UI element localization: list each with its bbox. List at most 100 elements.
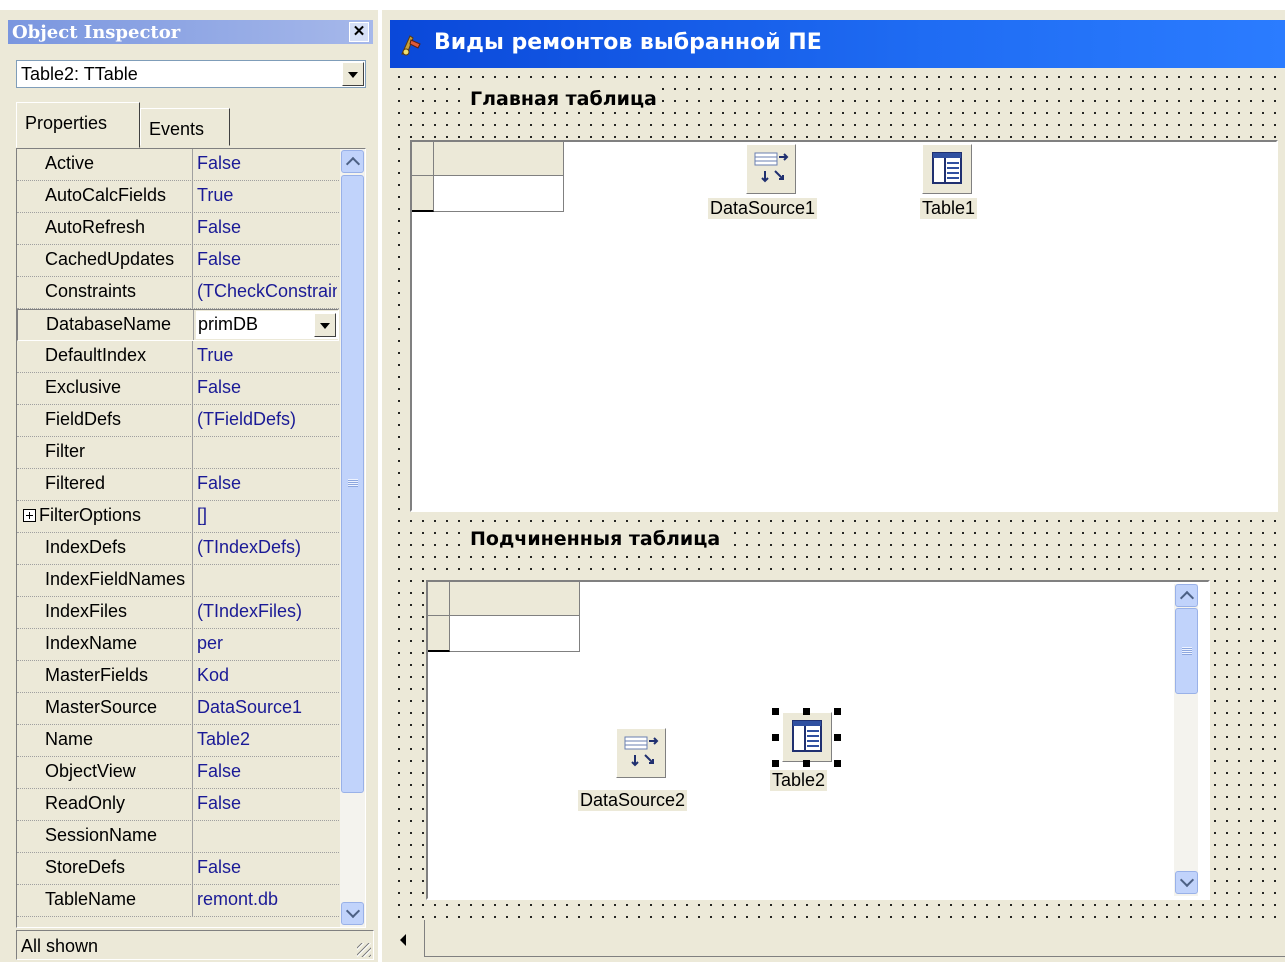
column-divider[interactable] (192, 629, 193, 660)
selection-handle[interactable] (772, 734, 779, 741)
component-label-datasource2[interactable]: DataSource2 (578, 790, 688, 811)
selection-handle[interactable] (803, 760, 810, 767)
selection-handle[interactable] (834, 708, 841, 715)
property-row[interactable]: Name Table2 (17, 725, 339, 757)
grid-cell[interactable] (434, 176, 564, 212)
property-row[interactable]: Exclusive False (17, 373, 339, 405)
column-divider[interactable] (192, 885, 193, 916)
detail-grid-scrollbar[interactable] (1174, 584, 1198, 896)
property-row[interactable]: CachedUpdates False (17, 245, 339, 277)
property-row[interactable]: FieldDefs (TFieldDefs) (17, 405, 339, 437)
property-value[interactable]: (TCheckConstraints) (197, 281, 337, 302)
property-value[interactable]: False (197, 249, 337, 270)
property-row[interactable]: IndexFiles (TIndexFiles) (17, 597, 339, 629)
object-inspector-title-bar[interactable]: Object Inspector ✕ (8, 20, 373, 44)
master-grid-panel[interactable] (410, 140, 1278, 512)
column-divider[interactable] (192, 757, 193, 788)
scroll-down-icon[interactable] (1175, 871, 1198, 894)
close-icon[interactable]: ✕ (349, 22, 369, 42)
column-divider[interactable] (192, 533, 193, 564)
column-divider[interactable] (192, 853, 193, 884)
property-row[interactable]: IndexFieldNames (17, 565, 339, 597)
property-row[interactable]: AutoCalcFields True (17, 181, 339, 213)
property-value[interactable]: False (197, 473, 337, 494)
column-divider[interactable] (192, 725, 193, 756)
selection-handle[interactable] (834, 760, 841, 767)
selection-handle[interactable] (834, 734, 841, 741)
column-divider[interactable] (193, 310, 194, 340)
grid-column-header[interactable] (434, 142, 564, 176)
property-row[interactable]: ReadOnly False (17, 789, 339, 821)
property-value[interactable]: False (197, 761, 337, 782)
property-value[interactable]: Kod (197, 665, 337, 686)
property-row[interactable]: IndexName per (17, 629, 339, 661)
property-value[interactable]: (TIndexFiles) (197, 601, 337, 622)
property-value[interactable]: False (197, 793, 337, 814)
scrollbar-thumb[interactable] (341, 175, 364, 793)
property-row[interactable]: Filter (17, 437, 339, 469)
column-divider[interactable] (192, 565, 193, 596)
property-value[interactable]: True (197, 185, 337, 206)
property-value[interactable]: False (197, 377, 337, 398)
component-label-datasource1[interactable]: DataSource1 (708, 198, 818, 219)
component-label-table1[interactable]: Table1 (920, 198, 978, 219)
table-icon[interactable] (782, 712, 832, 762)
column-divider[interactable] (192, 469, 193, 500)
property-grid-scrollbar[interactable] (340, 149, 365, 927)
column-divider[interactable] (192, 405, 193, 436)
property-row[interactable]: SessionName (17, 821, 339, 853)
scroll-down-icon[interactable] (341, 902, 364, 925)
column-divider[interactable] (192, 693, 193, 724)
selection-handle[interactable] (803, 708, 810, 715)
property-row[interactable]: DatabaseName primDB (17, 309, 339, 341)
property-row[interactable]: ObjectView False (17, 757, 339, 789)
column-divider[interactable] (192, 181, 193, 212)
scrollbar-track[interactable] (424, 920, 1285, 957)
property-row[interactable]: MasterSource DataSource1 (17, 693, 339, 725)
object-selector[interactable]: Table2: TTable (16, 60, 366, 88)
column-divider[interactable] (192, 341, 193, 372)
form-title-bar[interactable]: Виды ремонтов выбранной ПЕ (390, 20, 1285, 68)
selection-handle[interactable] (772, 708, 779, 715)
chevron-down-icon[interactable] (314, 313, 336, 337)
component-label-table2[interactable]: Table2 (770, 770, 828, 791)
column-divider[interactable] (192, 149, 193, 180)
scrollbar-thumb[interactable] (1175, 608, 1198, 694)
property-value[interactable]: Table2 (197, 729, 337, 750)
chevron-left-icon[interactable] (400, 934, 406, 946)
column-divider[interactable] (192, 597, 193, 628)
column-divider[interactable] (192, 789, 193, 820)
property-value[interactable]: (TIndexDefs) (197, 537, 337, 558)
property-row[interactable]: AutoRefresh False (17, 213, 339, 245)
property-value[interactable]: (TFieldDefs) (197, 409, 337, 430)
property-value[interactable]: False (197, 153, 337, 174)
property-row[interactable]: StoreDefs False (17, 853, 339, 885)
property-value[interactable]: remont.db (197, 889, 337, 910)
column-divider[interactable] (192, 661, 193, 692)
expand-icon[interactable] (23, 509, 36, 522)
property-row[interactable]: FilterOptions [] (17, 501, 339, 533)
property-row[interactable]: MasterFields Kod (17, 661, 339, 693)
column-divider[interactable] (192, 821, 193, 852)
column-divider[interactable] (192, 373, 193, 404)
grid-cell[interactable] (450, 616, 580, 652)
selection-handle[interactable] (772, 760, 779, 767)
chevron-down-icon[interactable] (342, 62, 364, 86)
property-row[interactable]: DefaultIndex True (17, 341, 339, 373)
property-row[interactable]: TableName remont.db (17, 885, 339, 917)
scroll-up-icon[interactable] (341, 150, 364, 173)
scroll-up-icon[interactable] (1175, 584, 1198, 607)
column-divider[interactable] (192, 277, 193, 308)
property-value[interactable]: DataSource1 (197, 697, 337, 718)
table-icon[interactable] (922, 144, 972, 194)
grid-column-header[interactable] (450, 582, 580, 616)
property-value[interactable]: False (197, 217, 337, 238)
column-divider[interactable] (192, 501, 193, 532)
resize-grip-icon[interactable] (357, 943, 371, 957)
property-row[interactable]: Constraints (TCheckConstraints) (17, 277, 339, 309)
column-divider[interactable] (192, 213, 193, 244)
property-value[interactable]: False (197, 857, 337, 878)
property-value[interactable]: per (197, 633, 337, 654)
property-row[interactable]: Active False (17, 149, 339, 181)
datasource-icon[interactable] (746, 144, 796, 194)
